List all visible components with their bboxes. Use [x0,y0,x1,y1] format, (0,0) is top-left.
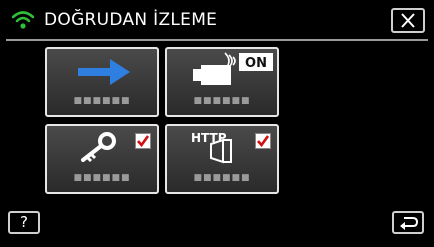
on-badge-text: ON [245,56,267,71]
close-button[interactable] [391,8,425,33]
camera-wireless-on-icon: ON [193,52,273,85]
wifi-icon [12,11,34,29]
tile-label: ■■■■■■ [193,96,251,106]
tile-label: ■■■■■■ [193,173,251,183]
http-door-icon: HTTP [191,131,232,164]
checkbox-checked [255,133,271,149]
tile-camera-on[interactable]: ON ■■■■■■ [165,47,279,117]
checkbox-checked [135,133,151,149]
header-divider [6,39,428,41]
tile-arrow[interactable]: ■■■■■■ [45,47,159,117]
checkmark-icon [137,135,149,147]
arrow-right-icon [78,59,130,85]
back-button[interactable] [392,211,424,234]
close-icon [401,13,415,28]
back-return-icon [400,217,419,230]
http-badge-text: HTTP [191,131,227,145]
tile-key[interactable]: ■■■■■■ [45,124,159,194]
tile-label: ■■■■■■ [73,96,131,106]
help-button[interactable]: ? [8,211,40,234]
page-title: DOĞRUDAN İZLEME [44,10,218,30]
tile-http[interactable]: HTTP ■■■■■■ [165,124,279,194]
checkmark-icon [257,135,269,147]
header-bar: DOĞRUDAN İZLEME [0,0,434,40]
tile-label: ■■■■■■ [73,173,131,183]
key-icon [81,132,116,163]
